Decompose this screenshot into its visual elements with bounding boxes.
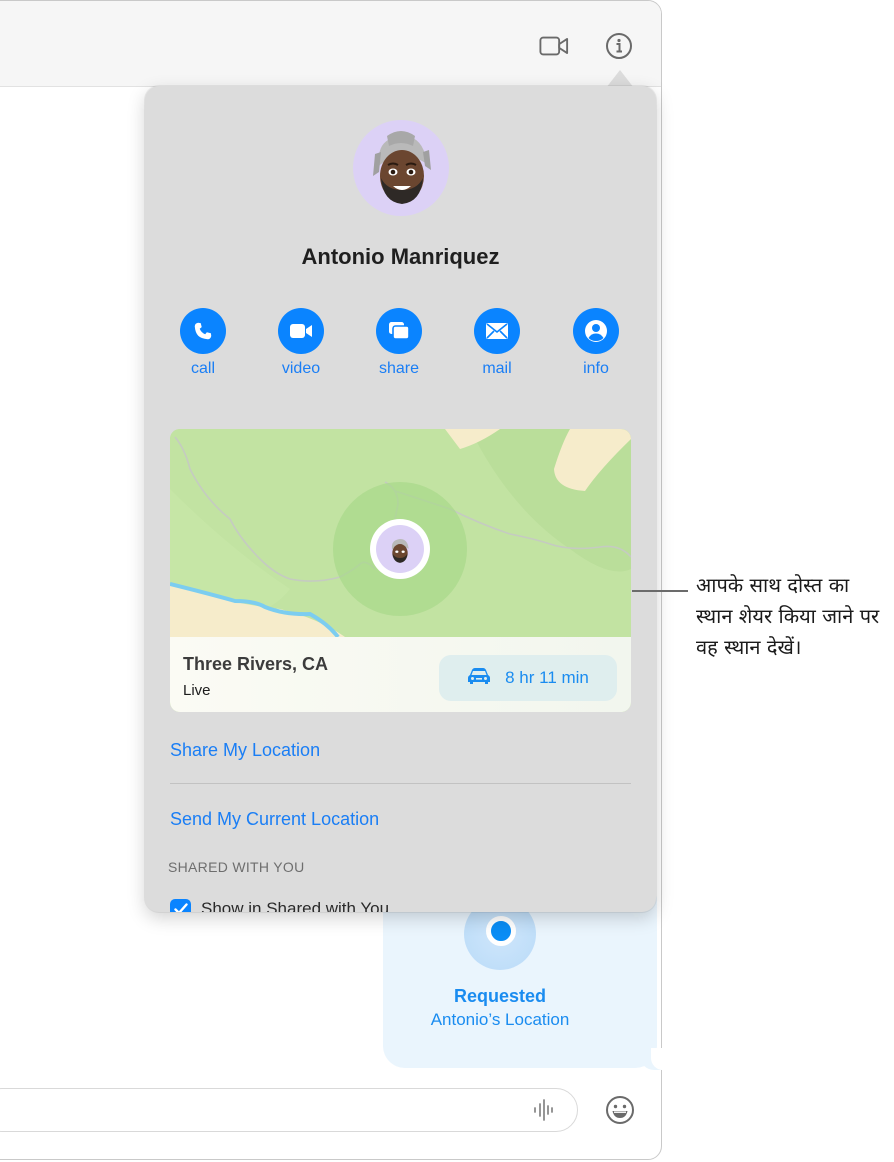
- info-button[interactable]: info: [556, 308, 636, 378]
- call-label: call: [190, 360, 215, 377]
- video-label: video: [281, 360, 321, 377]
- call-button[interactable]: call: [163, 308, 243, 378]
- share-screen-icon: [376, 308, 422, 354]
- request-title: Requested: [453, 986, 547, 1006]
- send-current-location-link[interactable]: Send My Current Location: [170, 809, 379, 830]
- contact-name: Antonio Manriquez: [301, 244, 500, 269]
- share-label: share: [378, 360, 420, 377]
- show-in-shared-checkbox[interactable]: [170, 898, 191, 912]
- share-my-location-link[interactable]: Share My Location: [170, 740, 320, 761]
- emoji-smiley-icon[interactable]: [604, 1094, 636, 1126]
- video-camera-icon[interactable]: [539, 31, 569, 61]
- request-subtitle: Antonio’s Location: [430, 1010, 570, 1029]
- car-icon: [467, 667, 491, 690]
- mail-label: mail: [482, 360, 512, 377]
- show-in-shared-with-you-row[interactable]: Show in Shared with You: [170, 898, 389, 912]
- contact-details-popover: Antonio Manriquez call video share mail: [145, 86, 656, 912]
- location-dot-icon: [486, 916, 516, 946]
- mail-button[interactable]: mail: [457, 308, 537, 378]
- share-button[interactable]: share: [359, 308, 439, 378]
- avatar: [353, 120, 449, 216]
- toolbar: [0, 1, 661, 87]
- place-name: Three Rivers, CA: [183, 654, 329, 674]
- info-circle-icon[interactable]: [604, 31, 634, 61]
- location-map-card[interactable]: Three Rivers, CA Live 8 hr 11 min: [170, 429, 631, 712]
- message-input[interactable]: [0, 1088, 578, 1132]
- video-camera-icon: [278, 308, 324, 354]
- contact-actions: call video share mail info: [145, 308, 656, 378]
- location-status: Live: [183, 682, 211, 699]
- video-button[interactable]: video: [261, 308, 341, 378]
- divider: [170, 783, 631, 784]
- phone-icon: [180, 308, 226, 354]
- callout-annotation: आपके साथ दोस्त का स्थान शेयर किया जाने प…: [696, 573, 880, 659]
- person-circle-icon: [573, 308, 619, 354]
- audio-waveform-icon[interactable]: [532, 1098, 554, 1122]
- info-label: info: [583, 360, 609, 377]
- show-in-shared-label: Show in Shared with You: [201, 899, 390, 912]
- map-footer: Three Rivers, CA Live 8 hr 11 min: [170, 637, 631, 712]
- callout-line: [632, 590, 688, 592]
- shared-with-you-header: SHARED WITH YOU: [168, 859, 305, 875]
- envelope-icon: [474, 308, 520, 354]
- eta-text: 8 hr 11 min: [505, 668, 589, 687]
- directions-eta-button[interactable]: 8 hr 11 min: [439, 655, 617, 701]
